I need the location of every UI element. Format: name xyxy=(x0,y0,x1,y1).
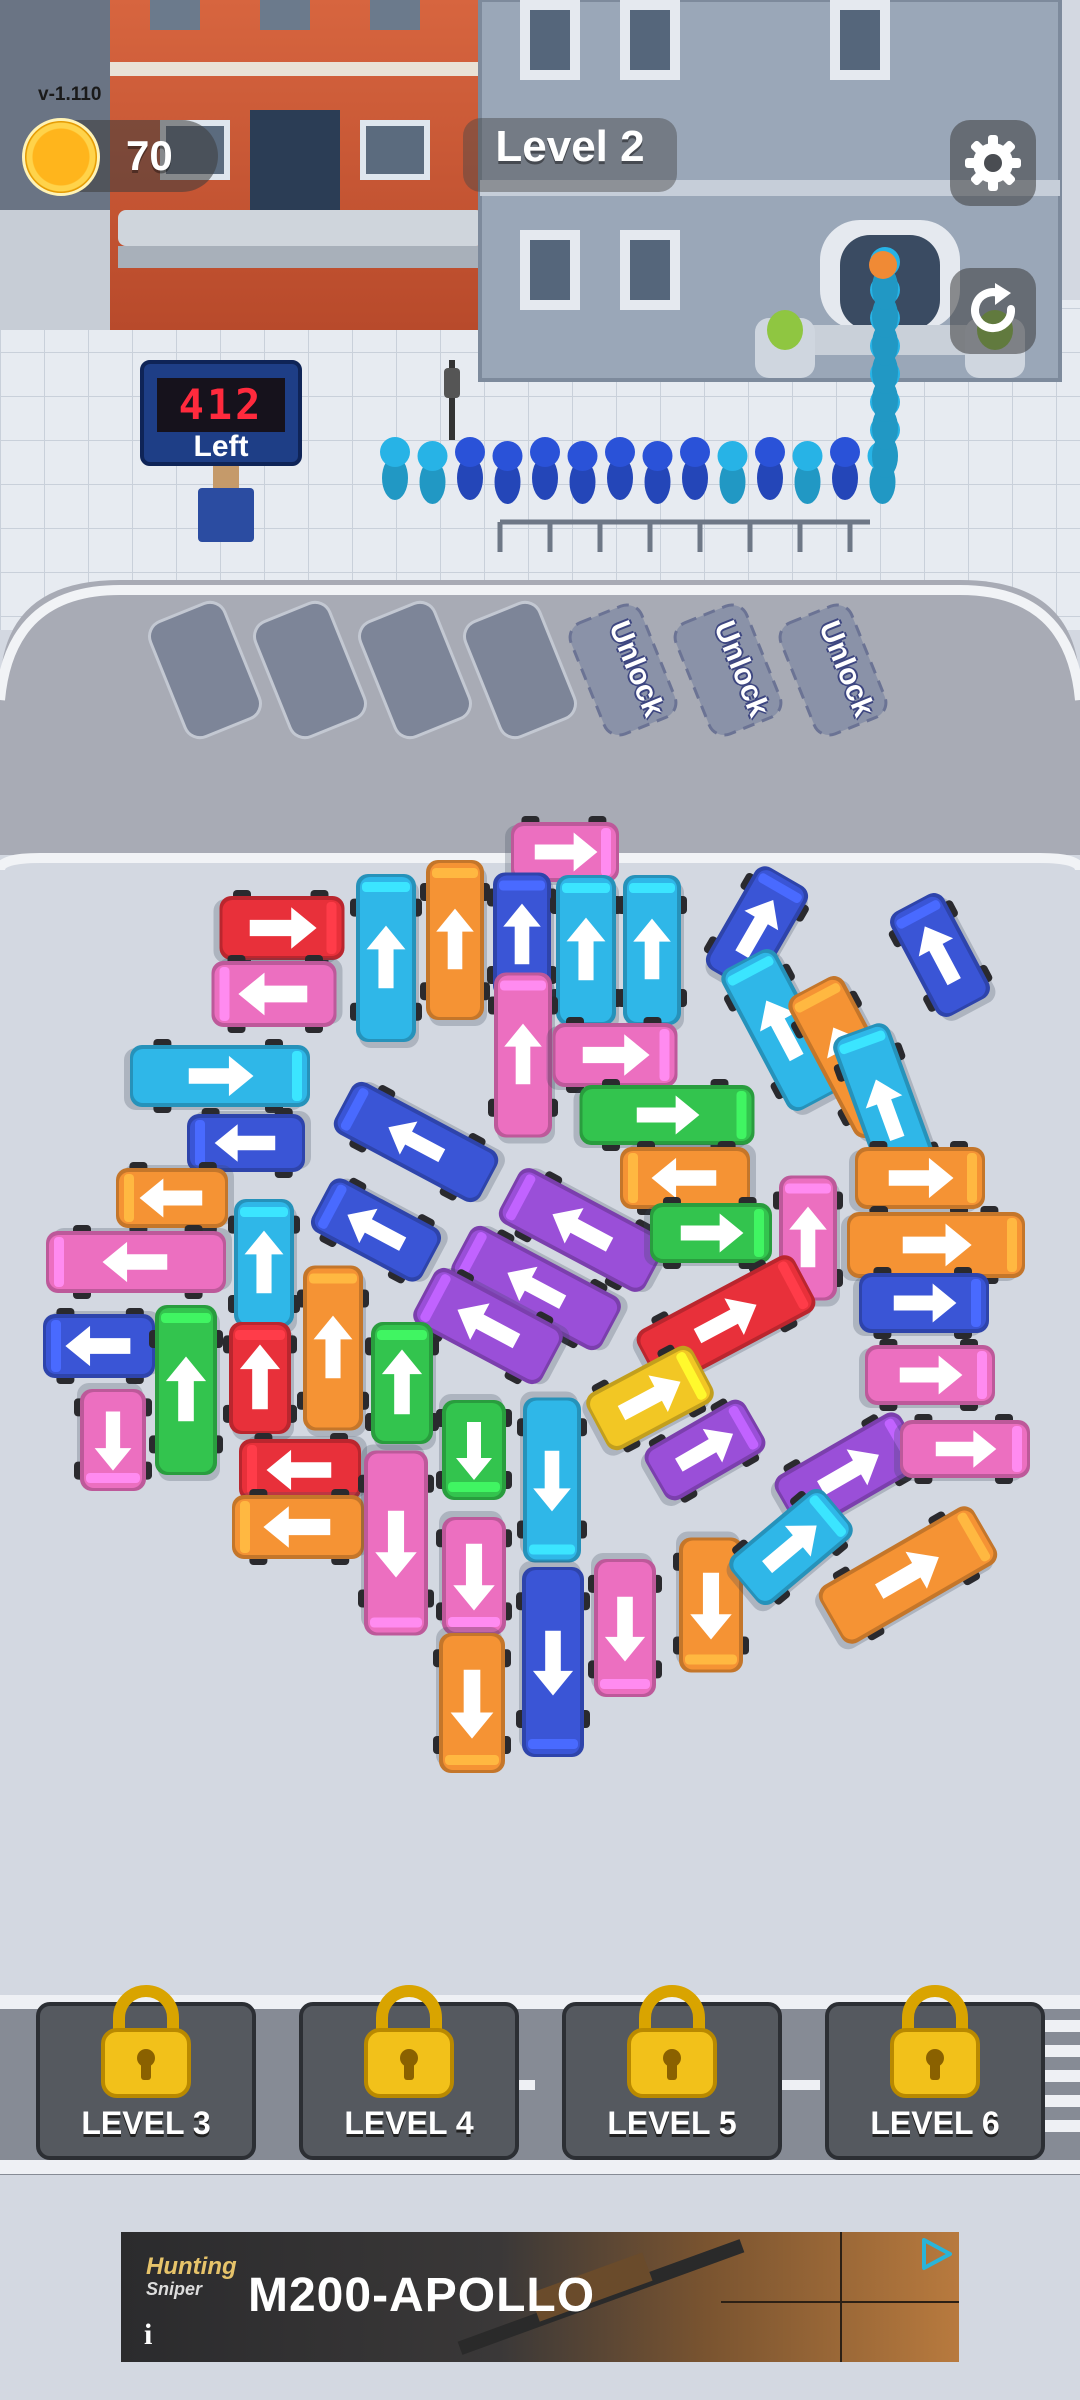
passenger-figure xyxy=(455,437,485,500)
passenger-figure xyxy=(642,441,673,504)
vehicle-pink-down[interactable] xyxy=(74,1383,152,1491)
ad-brand-line2: Sniper xyxy=(146,2279,203,2299)
ad-brand-line1: Hunting xyxy=(146,2253,237,2280)
vehicle-pink-right[interactable] xyxy=(894,1414,1030,1484)
vehicle-orange-left[interactable] xyxy=(116,1162,234,1234)
restart-icon xyxy=(971,283,1016,333)
vehicle-green-right[interactable] xyxy=(644,1197,772,1269)
vehicle-green-right[interactable] xyxy=(573,1079,755,1151)
vehicle-blue-right[interactable] xyxy=(853,1267,989,1339)
settings-button[interactable] xyxy=(950,120,1036,206)
passenger-count: 412 xyxy=(157,378,285,432)
lock-icon xyxy=(101,1985,191,2098)
vehicle-orange-left[interactable] xyxy=(232,1489,370,1565)
passenger-figure xyxy=(680,437,710,500)
restart-button[interactable] xyxy=(950,268,1036,354)
vehicle-cyan-up[interactable] xyxy=(617,875,687,1031)
vehicle-cyan-down[interactable] xyxy=(517,1391,587,1563)
lock-icon xyxy=(890,1985,980,2098)
vehicle-red-right[interactable] xyxy=(213,890,345,966)
vehicle-pink-down[interactable] xyxy=(588,1553,662,1697)
vehicle-cyan-up[interactable] xyxy=(550,875,622,1031)
version-label: v-1.110 xyxy=(38,84,102,105)
vehicle-orange-up[interactable] xyxy=(420,860,490,1026)
vehicle-pink-left[interactable] xyxy=(211,955,343,1033)
passenger-figure xyxy=(717,441,748,504)
passenger-figure xyxy=(492,441,523,504)
ad-info-icon[interactable]: i xyxy=(144,2318,152,2352)
vehicle-pink-down[interactable] xyxy=(436,1511,512,1635)
vehicle-cyan-up[interactable] xyxy=(350,874,422,1048)
vehicle-orange-right[interactable] xyxy=(841,1206,1025,1284)
vehicle-red-up[interactable] xyxy=(223,1322,297,1440)
level-card-4-label: LEVEL 4 xyxy=(344,2105,474,2141)
vehicle-green-up[interactable] xyxy=(149,1305,223,1481)
passenger-figure xyxy=(830,437,860,500)
level-card-3-label: LEVEL 3 xyxy=(81,2105,211,2141)
ad-headline: M200-APOLLO xyxy=(248,2269,596,2322)
coin-icon xyxy=(22,118,100,196)
passenger-figure xyxy=(755,437,785,500)
passenger-figure xyxy=(869,251,897,279)
vehicle-pink-down[interactable] xyxy=(358,1444,434,1636)
level-card-6-label: LEVEL 6 xyxy=(870,2105,1000,2141)
vehicle-cyan-left[interactable] xyxy=(124,1039,310,1113)
vehicle-green-down[interactable] xyxy=(436,1394,512,1500)
level-title: Level 2 xyxy=(495,122,645,171)
vehicle-orange-down[interactable] xyxy=(433,1627,511,1773)
passenger-figure xyxy=(417,441,448,504)
gear-icon xyxy=(965,135,1021,191)
vehicle-blue-down[interactable] xyxy=(516,1561,590,1757)
vehicle-green-up[interactable] xyxy=(365,1322,439,1450)
vehicle-blue-left[interactable] xyxy=(43,1308,161,1384)
vehicle-pink-left[interactable] xyxy=(46,1225,232,1299)
level-card-5-label: LEVEL 5 xyxy=(607,2105,737,2141)
passenger-figure xyxy=(380,437,410,500)
passenger-count-label: Left xyxy=(193,430,249,463)
vehicle-pink-right[interactable] xyxy=(859,1339,995,1411)
ad-choices-icon[interactable] xyxy=(918,2236,954,2272)
passenger-figure xyxy=(530,437,560,500)
vehicle-orange-right[interactable] xyxy=(849,1141,985,1215)
passenger-figure xyxy=(567,441,598,504)
passenger-figure xyxy=(792,441,823,504)
vehicle-cyan-up[interactable] xyxy=(228,1199,300,1333)
passenger-figure xyxy=(605,437,635,500)
coin-count: 70 xyxy=(126,132,173,179)
ad-brand-logo: Hunting Sniper xyxy=(146,2253,237,2300)
lock-icon xyxy=(364,1985,454,2098)
lock-icon xyxy=(627,1985,717,2098)
vehicle-orange-up[interactable] xyxy=(297,1265,369,1437)
